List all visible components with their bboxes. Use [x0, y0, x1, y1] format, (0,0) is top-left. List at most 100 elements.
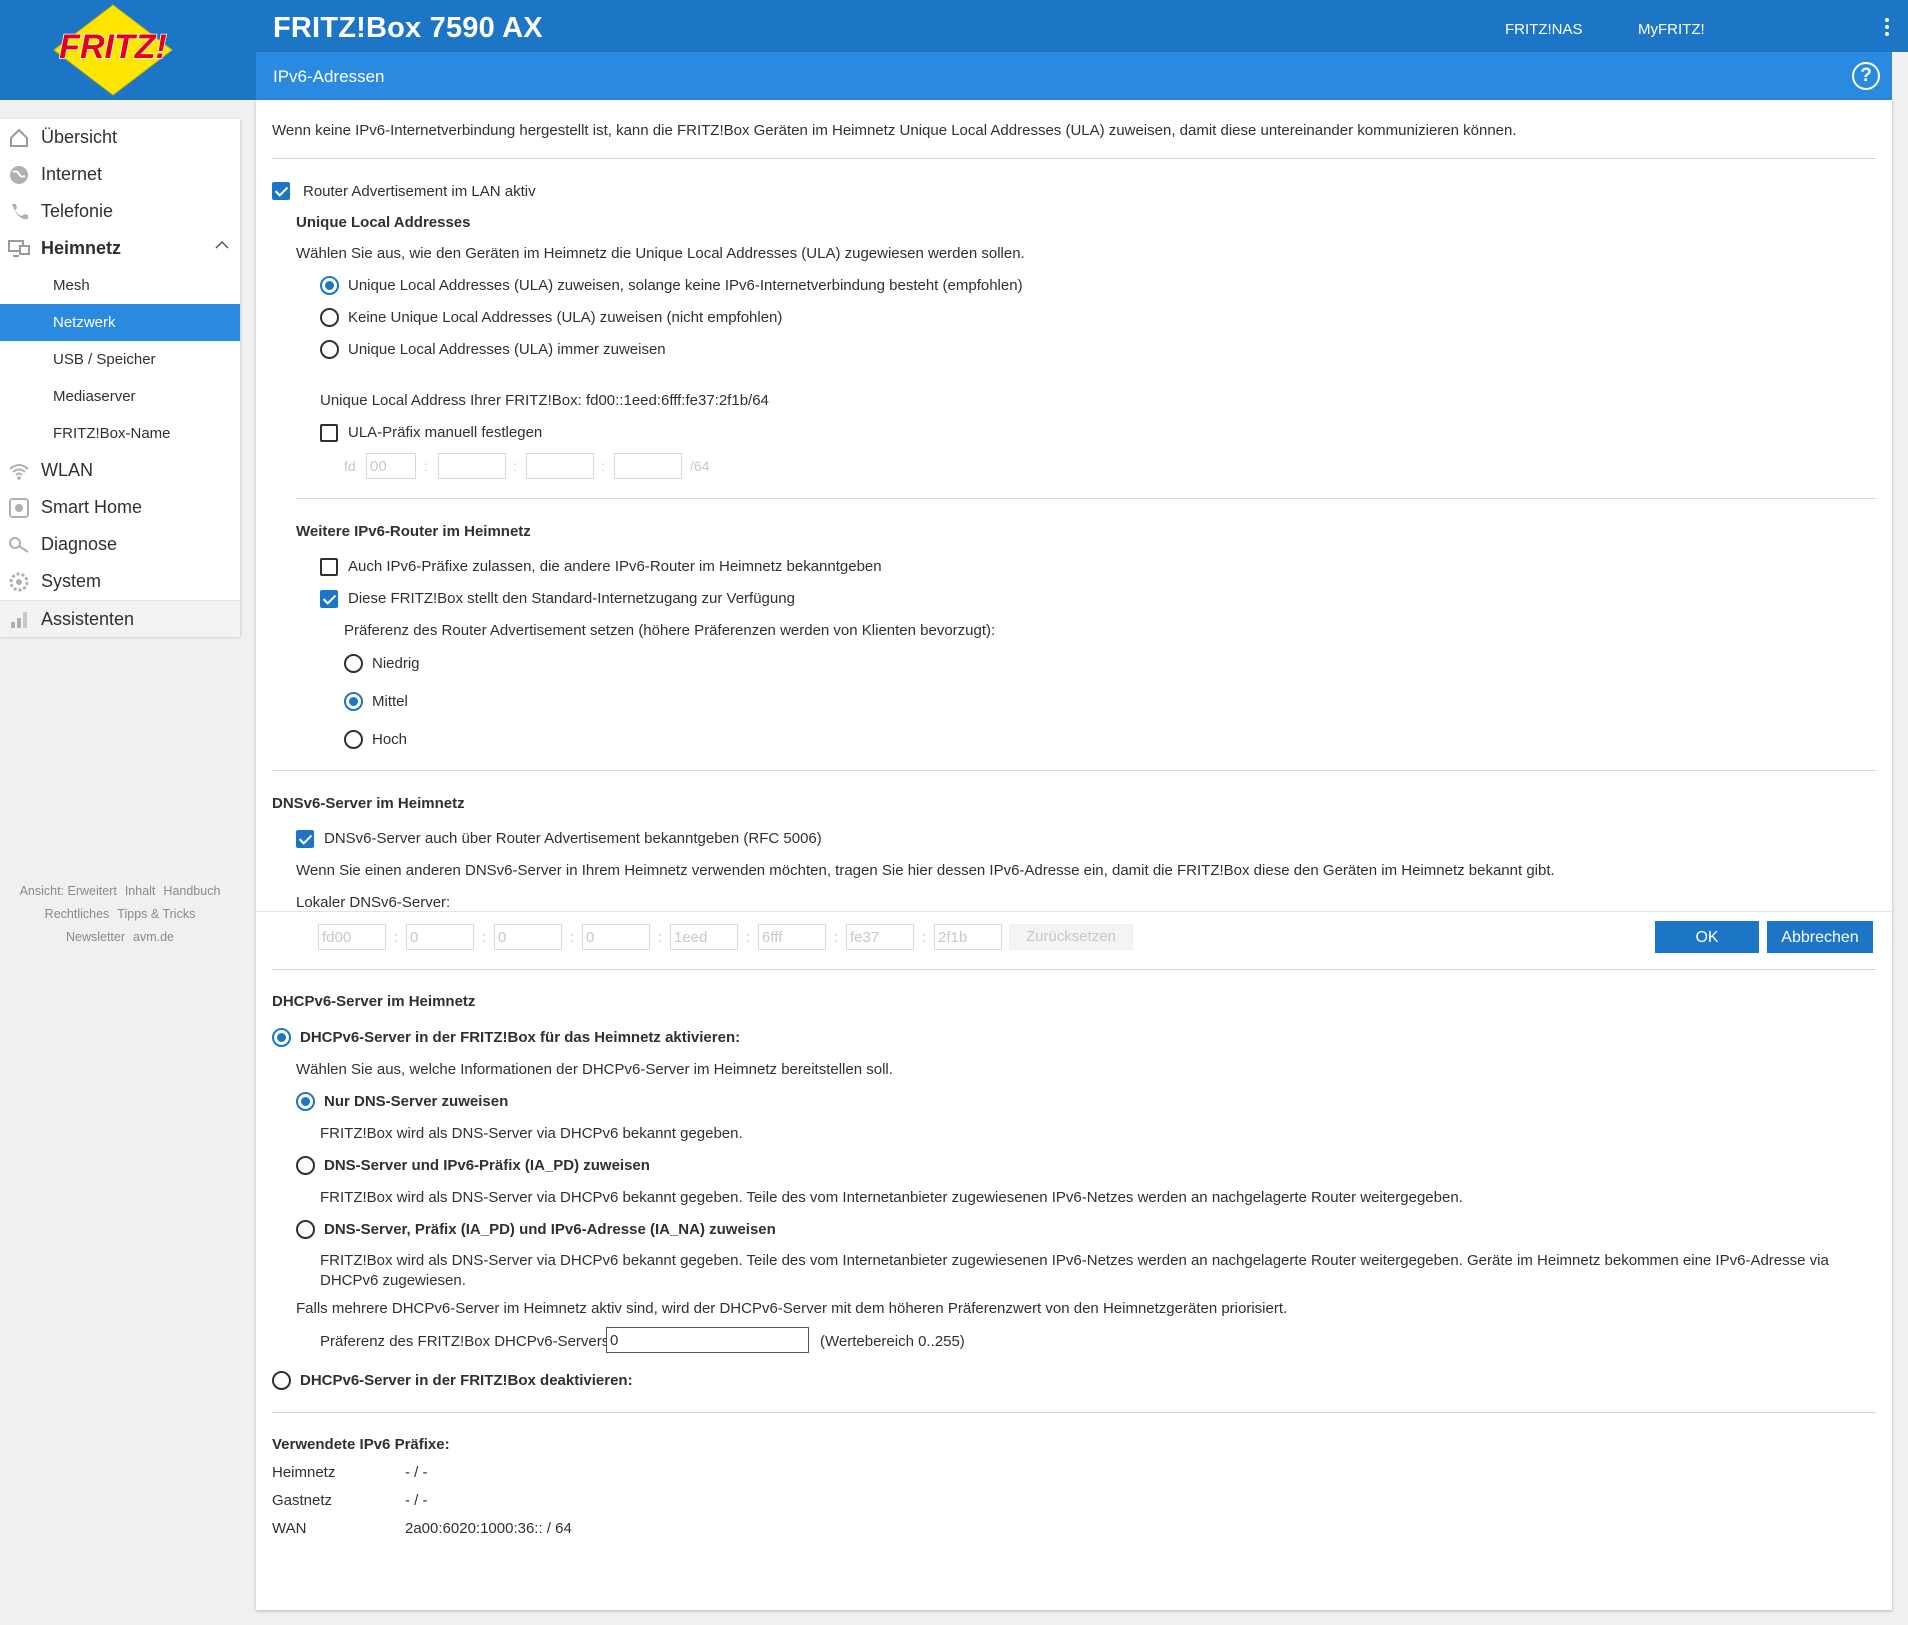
top-bar: FRITZ!Box 7590 AX FRITZ!NAS MyFRITZ!: [0, 0, 1908, 52]
action-bar: : : : : : : : Zurücksetzen OK Abbrechen: [256, 911, 1892, 971]
prefix-lead: fd: [344, 458, 356, 474]
sidebar-item-uebersicht[interactable]: Übersicht: [0, 119, 240, 156]
dns-announce-label: DNSv6-Server auch über Router Advertisem…: [324, 830, 822, 847]
sidebar-item-label: Heimnetz: [41, 238, 122, 258]
footer-link-newsletter[interactable]: Newsletter: [66, 930, 125, 944]
dns-field-7[interactable]: [846, 924, 914, 950]
default-access-checkbox[interactable]: [320, 590, 338, 608]
footer-link-inhalt[interactable]: Inhalt: [125, 884, 156, 898]
prefix-row-name: Heimnetz: [272, 1464, 336, 1481]
home-icon: [10, 128, 28, 147]
ula-prefix-field-1[interactable]: [366, 453, 416, 479]
router-pref-text: Präferenz des Router Advertisement setze…: [344, 622, 996, 639]
reset-button[interactable]: Zurücksetzen: [1009, 924, 1133, 950]
sidebar-subitem-netzwerk[interactable]: Netzwerk: [0, 304, 240, 341]
prefix-row-name: Gastnetz: [272, 1492, 333, 1509]
prefix-row-value: 2a00:6020:1000:36:: / 64: [405, 1520, 572, 1537]
sidebar-item-wlan[interactable]: WLAN: [0, 452, 240, 489]
help-icon[interactable]: ?: [1852, 62, 1880, 90]
dhcp-pref-label: Präferenz des FRITZ!Box DHCPv6-Servers:: [320, 1333, 614, 1350]
divider: [272, 1412, 1876, 1413]
prefix-row-name: WAN: [272, 1520, 307, 1537]
dns-field-8[interactable]: [934, 924, 1002, 950]
dhcp-option-label-3: DNS-Server, Präfix (IA_PD) und IPv6-Adre…: [324, 1221, 776, 1238]
divider: [272, 969, 1876, 970]
ula-option-radio[interactable]: [320, 276, 339, 295]
colon-separator: :: [746, 929, 750, 945]
dns-desc: Wenn Sie einen anderen DNSv6-Server in I…: [296, 862, 1555, 879]
dns-field-6[interactable]: [758, 924, 826, 950]
dhcp-heading: DHCPv6-Server im Heimnetz: [272, 993, 476, 1010]
colon-separator: :: [834, 929, 838, 945]
sidebar-item-telefonie[interactable]: Telefonie: [0, 193, 240, 230]
ula-option-label: Unique Local Addresses (ULA) immer zuwei…: [348, 341, 666, 358]
logo[interactable]: FRITZ!: [0, 0, 256, 100]
dns-field-5[interactable]: [670, 924, 738, 950]
router-adv-checkbox[interactable]: [272, 182, 290, 200]
page-header: IPv6-Adressen ?: [256, 52, 1892, 100]
network-icon: [8, 239, 30, 257]
ula-prefix-field-2[interactable]: [438, 453, 506, 479]
pref-radio-hoch[interactable]: [344, 730, 363, 749]
ok-button[interactable]: OK: [1655, 921, 1759, 953]
dhcp-multi-text: Falls mehrere DHCPv6-Server im Heimnetz …: [296, 1300, 1288, 1317]
prefixes-heading: Verwendete IPv6 Präfixe:: [272, 1436, 450, 1453]
sidebar-subitem-fritzbox-name[interactable]: FRITZ!Box-Name: [0, 415, 240, 452]
prefix-row-value: - / -: [405, 1492, 428, 1509]
ula-prefix-field-3[interactable]: [526, 453, 594, 479]
divider: [296, 498, 1876, 499]
sidebar-item-label: Assistenten: [41, 608, 135, 629]
colon-separator: :: [513, 458, 517, 474]
ula-option-label: Unique Local Addresses (ULA) zuweisen, s…: [348, 277, 1023, 294]
footer-link-rechtliches[interactable]: Rechtliches: [45, 907, 110, 921]
dhcp-option-label-2: DNS-Server und IPv6-Präfix (IA_PD) zuwei…: [324, 1157, 650, 1174]
footer-link-tipps[interactable]: Tipps & Tricks: [117, 907, 195, 921]
cancel-button[interactable]: Abbrechen: [1767, 921, 1873, 953]
sidebar-item-label: WLAN: [41, 460, 94, 480]
sidebar-subitem-usb-speicher[interactable]: USB / Speicher: [0, 341, 240, 378]
sidebar-item-label: Diagnose: [41, 534, 118, 554]
sidebar-item-system[interactable]: System: [0, 563, 240, 600]
chevron-up-icon[interactable]: [214, 240, 230, 250]
ula-option-radio[interactable]: [320, 340, 339, 359]
sidebar: Übersicht Internet Telefonie Heimnetz Me…: [0, 119, 240, 637]
pref-radio-mittel[interactable]: [344, 692, 363, 711]
footer-link-handbuch[interactable]: Handbuch: [163, 884, 220, 898]
dhcp-option-radio-1[interactable]: [296, 1092, 315, 1111]
globe-icon: [10, 165, 28, 184]
footer-link-avm[interactable]: avm.de: [133, 930, 174, 944]
dhcp-choose-text: Wählen Sie aus, welche Informationen der…: [296, 1061, 893, 1078]
dhcp-pref-input[interactable]: [606, 1327, 809, 1353]
fritznas-link[interactable]: FRITZ!NAS: [1505, 21, 1583, 38]
ula-manual-checkbox[interactable]: [320, 424, 338, 442]
sidebar-item-assistenten[interactable]: Assistenten: [0, 600, 240, 637]
dhcp-disable-radio[interactable]: [272, 1371, 291, 1390]
allow-prefix-checkbox[interactable]: [320, 558, 338, 576]
dns-field-1[interactable]: [318, 924, 386, 950]
sidebar-subitem-mesh[interactable]: Mesh: [0, 267, 240, 304]
sidebar-subitem-mediaserver[interactable]: Mediaserver: [0, 378, 240, 415]
dns-announce-checkbox[interactable]: [296, 830, 314, 848]
dhcp-enable-radio[interactable]: [272, 1028, 291, 1047]
dns-heading: DNSv6-Server im Heimnetz: [272, 795, 465, 812]
ula-prefix-field-4[interactable]: [614, 453, 682, 479]
footer-link-ansicht[interactable]: Ansicht: Erweitert: [20, 884, 117, 898]
sidebar-item-diagnose[interactable]: Diagnose: [0, 526, 240, 563]
pref-radio-niedrig[interactable]: [344, 654, 363, 673]
sidebar-item-label: Internet: [41, 164, 103, 184]
ula-option-radio[interactable]: [320, 308, 339, 327]
colon-separator: :: [424, 458, 428, 474]
sidebar-item-internet[interactable]: Internet: [0, 156, 240, 193]
dhcp-option-radio-2[interactable]: [296, 1156, 315, 1175]
colon-separator: :: [658, 929, 662, 945]
dns-field-3[interactable]: [494, 924, 562, 950]
prefix-suffix: /64: [690, 458, 710, 474]
sidebar-item-heimnetz[interactable]: Heimnetz: [0, 230, 240, 267]
more-menu-icon[interactable]: [1883, 18, 1891, 40]
dhcp-option-radio-3[interactable]: [296, 1220, 315, 1239]
myfritz-link[interactable]: MyFRITZ!: [1638, 21, 1705, 38]
sidebar-item-smart-home[interactable]: Smart Home: [0, 489, 240, 526]
dns-field-4[interactable]: [582, 924, 650, 950]
dns-field-2[interactable]: [406, 924, 474, 950]
dhcp-option-desc-1: FRITZ!Box wird als DNS-Server via DHCPv6…: [320, 1125, 743, 1142]
